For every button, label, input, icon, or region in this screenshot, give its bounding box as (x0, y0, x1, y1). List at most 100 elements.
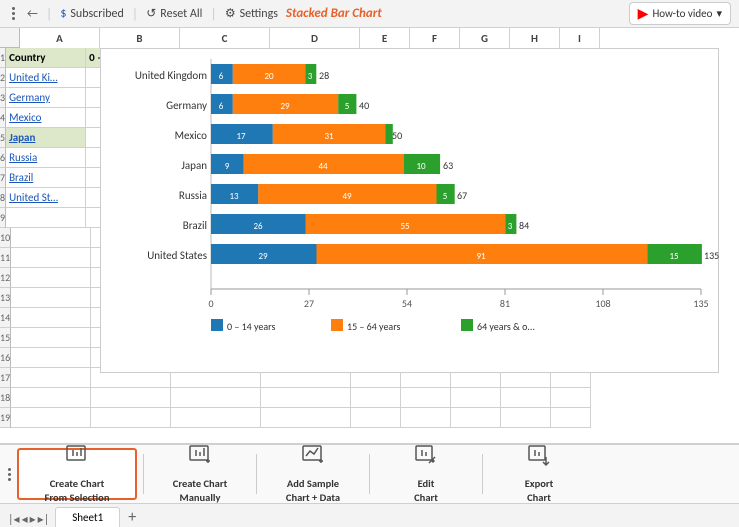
svg-text:5: 5 (443, 191, 448, 202)
svg-text:15 – 64 years: 15 – 64 years (347, 320, 401, 333)
cell-a3[interactable]: Germany (6, 88, 86, 108)
svg-text:3: 3 (508, 221, 513, 232)
cell-a5[interactable]: Japan (6, 128, 86, 148)
last-sheet-icon[interactable]: ▸| (38, 512, 50, 527)
row-num-12: 12 (0, 268, 11, 288)
svg-text:Mexico: Mexico (175, 129, 208, 142)
bottom-toolbar: Create ChartFrom Selection Create ChartM… (0, 443, 739, 503)
svg-text:Japan: Japan (181, 159, 207, 172)
cell-a2[interactable]: United Ki… (6, 68, 86, 88)
svg-text:United Kingdom: United Kingdom (135, 69, 207, 82)
add-sample-label: Add SampleChart + Data (286, 477, 340, 504)
stacked-bar-chart: United Kingdom 6 20 3 28 Germany 6 29 5 … (101, 49, 720, 374)
svg-text:27: 27 (304, 297, 314, 310)
sheet-tab-sheet1[interactable]: Sheet1 (55, 507, 120, 527)
svg-text:0: 0 (208, 297, 213, 310)
row-num-14: 14 (0, 308, 11, 328)
add-sample-icon (301, 443, 325, 473)
svg-text:9: 9 (225, 161, 230, 172)
svg-text:40: 40 (359, 99, 369, 112)
how-to-video-button[interactable]: ▶ How-to video ▾ (629, 2, 731, 25)
edit-chart-icon (414, 443, 438, 473)
cell-a7[interactable]: Brazil (6, 168, 86, 188)
row-num-13: 13 (0, 288, 11, 308)
toolbar-side-handle[interactable] (4, 468, 15, 481)
svg-text:0 – 14 years: 0 – 14 years (227, 320, 275, 333)
col-header-a: A (20, 28, 100, 48)
cell-a6[interactable]: Russia (6, 148, 86, 168)
settings-label: Settings (240, 7, 278, 21)
col-header-b: B (100, 28, 180, 48)
row-num-19: 19 (0, 408, 11, 428)
col-header-c: C (180, 28, 270, 48)
col-header-g: G (460, 28, 510, 48)
svg-text:31: 31 (324, 131, 334, 142)
table-row: 18 (0, 388, 739, 408)
add-sample-button[interactable]: Add SampleChart + Data (263, 448, 363, 500)
create-from-selection-icon (65, 443, 89, 473)
cell-a4[interactable]: Mexico (6, 108, 86, 128)
svg-text:63: 63 (443, 159, 453, 172)
cell-a1[interactable]: Country (6, 48, 86, 68)
svg-text:44: 44 (318, 161, 328, 172)
svg-text:84: 84 (519, 219, 529, 232)
svg-text:13: 13 (229, 191, 239, 202)
toolbar-divider-3 (369, 454, 370, 494)
export-chart-button[interactable]: ExportChart (489, 448, 589, 500)
svg-text:55: 55 (400, 221, 410, 232)
col-header-h: H (510, 28, 560, 48)
create-from-selection-label: Create ChartFrom Selection (45, 477, 110, 504)
toolbar-divider-1 (143, 454, 144, 494)
row-num-11: 11 (0, 248, 11, 268)
settings-button[interactable]: ⚙ Settings (225, 6, 278, 21)
subscribed-button[interactable]: $ Subscribed (60, 7, 123, 21)
svg-text:67: 67 (457, 189, 467, 202)
first-sheet-icon[interactable]: |◂ (8, 512, 20, 527)
svg-text:10: 10 (416, 161, 426, 172)
table-row: 19 (0, 408, 739, 428)
create-manually-button[interactable]: Create ChartManually (150, 448, 250, 500)
svg-text:28: 28 (319, 69, 329, 82)
toolbar-divider-4 (482, 454, 483, 494)
svg-text:20: 20 (264, 71, 274, 82)
back-icon[interactable]: ← (27, 7, 38, 21)
spreadsheet-layout: A B C D E F G H I 1 Country 0 – 14 years… (0, 28, 739, 443)
row-num-18: 18 (0, 388, 11, 408)
how-to-video-label: How-to video (652, 7, 712, 20)
svg-text:26: 26 (253, 221, 263, 232)
cell-a8[interactable]: United St… (6, 188, 86, 208)
col-header-i: I (560, 28, 600, 48)
subscribed-icon: $ (60, 7, 66, 21)
toolbar-handle[interactable] (8, 7, 19, 20)
svg-text:Germany: Germany (166, 99, 207, 112)
sheet-nav-arrows[interactable]: |◂ ◂ ▸ ▸| (8, 512, 49, 527)
svg-text:91: 91 (476, 251, 486, 262)
svg-text:5: 5 (345, 101, 350, 112)
svg-text:United States: United States (147, 249, 207, 262)
create-manually-label: Create ChartManually (173, 477, 227, 504)
create-manually-icon (188, 443, 212, 473)
svg-text:50: 50 (392, 129, 402, 142)
edit-chart-button[interactable]: EditChart (376, 448, 476, 500)
col-header-d: D (270, 28, 360, 48)
svg-text:135: 135 (693, 297, 708, 310)
next-sheet-icon[interactable]: ▸ (30, 512, 36, 527)
svg-text:3: 3 (308, 71, 313, 82)
prev-sheet-icon[interactable]: ◂ (22, 512, 28, 527)
chart-title: Stacked Bar Chart (286, 6, 382, 21)
export-chart-label: ExportChart (525, 477, 554, 504)
reset-all-button[interactable]: ↺ Reset All (146, 6, 202, 21)
row-num-16: 16 (0, 348, 11, 368)
add-sheet-icon: + (128, 508, 136, 527)
col-header-f: F (410, 28, 460, 48)
sheet1-label: Sheet1 (72, 511, 103, 524)
svg-text:17: 17 (236, 131, 246, 142)
chart-container: United Kingdom 6 20 3 28 Germany 6 29 5 … (100, 48, 719, 373)
create-from-selection-button[interactable]: Create ChartFrom Selection (17, 448, 137, 500)
subscribed-label: Subscribed (70, 7, 123, 21)
svg-text:6: 6 (219, 101, 224, 112)
add-sheet-button[interactable]: + (122, 507, 142, 527)
settings-icon: ⚙ (225, 6, 236, 21)
export-chart-icon (527, 443, 551, 473)
spreadsheet: ← | $ Subscribed | ↺ Reset All | ⚙ Setti… (0, 0, 739, 527)
